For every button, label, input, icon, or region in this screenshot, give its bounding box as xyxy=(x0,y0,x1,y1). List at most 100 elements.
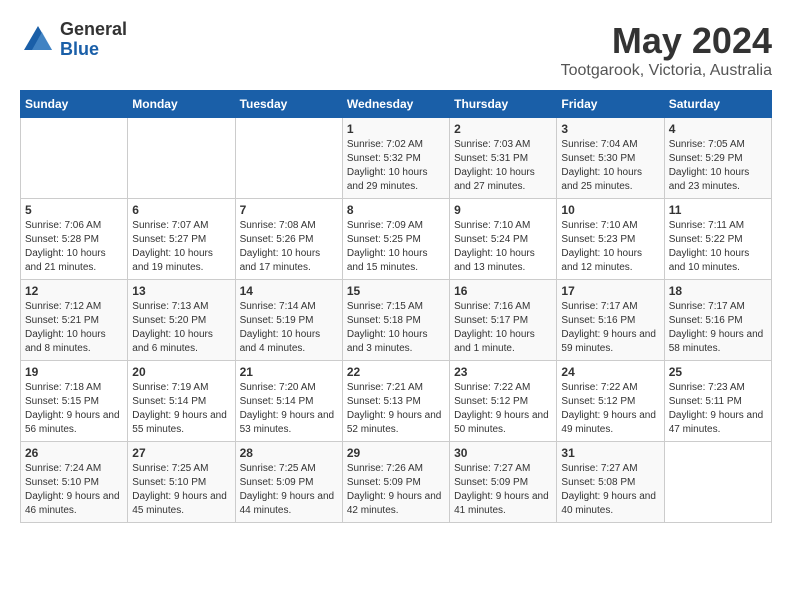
day-number: 27 xyxy=(132,446,230,460)
week-row-2: 5Sunrise: 7:06 AM Sunset: 5:28 PM Daylig… xyxy=(21,199,772,280)
day-info: Sunrise: 7:02 AM Sunset: 5:32 PM Dayligh… xyxy=(347,138,445,194)
day-info: Sunrise: 7:18 AM Sunset: 5:15 PM Dayligh… xyxy=(25,381,123,437)
calendar-cell xyxy=(664,442,771,523)
day-info: Sunrise: 7:16 AM Sunset: 5:17 PM Dayligh… xyxy=(454,300,552,356)
day-info: Sunrise: 7:12 AM Sunset: 5:21 PM Dayligh… xyxy=(25,300,123,356)
calendar-cell: 25 Sunrise: 7:23 AM Sunset: 5:11 PM Dayli… xyxy=(664,361,771,442)
calendar-cell: 24Sunrise: 7:22 AM Sunset: 5:12 PM Dayli… xyxy=(557,361,664,442)
day-number: 19 xyxy=(25,365,123,379)
calendar-cell xyxy=(128,118,235,199)
calendar-cell: 31 Sunrise: 7:27 AM Sunset: 5:08 PM Dayli… xyxy=(557,442,664,523)
day-info: Sunrise: 7:17 AM Sunset: 5:16 PM Dayligh… xyxy=(669,300,767,356)
day-info: Sunrise: 7:15 AM Sunset: 5:18 PM Dayligh… xyxy=(347,300,445,356)
month-title: May 2024 xyxy=(561,20,772,62)
calendar-cell: 21Sunrise: 7:20 AM Sunset: 5:14 PM Dayli… xyxy=(235,361,342,442)
calendar-cell: 3 Sunrise: 7:04 AM Sunset: 5:30 PM Daylig… xyxy=(557,118,664,199)
day-info: Sunrise: 7:27 AM Sunset: 5:08 PM Dayligh… xyxy=(561,462,659,518)
logo-blue: Blue xyxy=(60,40,127,60)
logo-text: General Blue xyxy=(60,20,127,60)
day-info: Sunrise: 7:11 AM Sunset: 5:22 PM Dayligh… xyxy=(669,219,767,275)
day-number: 23 xyxy=(454,365,552,379)
calendar-cell: 22 Sunrise: 7:21 AM Sunset: 5:13 PM Dayli… xyxy=(342,361,449,442)
calendar-cell: 13 Sunrise: 7:13 AM Sunset: 5:20 PM Dayli… xyxy=(128,280,235,361)
day-number: 4 xyxy=(669,122,767,136)
day-info: Sunrise: 7:25 AM Sunset: 5:10 PM Dayligh… xyxy=(132,462,230,518)
day-number: 26 xyxy=(25,446,123,460)
day-info: Sunrise: 7:08 AM Sunset: 5:26 PM Dayligh… xyxy=(240,219,338,275)
day-info: Sunrise: 7:19 AM Sunset: 5:14 PM Dayligh… xyxy=(132,381,230,437)
title-block: May 2024 Tootgarook, Victoria, Australia xyxy=(561,20,772,80)
day-number: 15 xyxy=(347,284,445,298)
header-row: SundayMondayTuesdayWednesdayThursdayFrid… xyxy=(21,91,772,118)
day-number: 16 xyxy=(454,284,552,298)
day-info: Sunrise: 7:05 AM Sunset: 5:29 PM Dayligh… xyxy=(669,138,767,194)
calendar-cell: 1 Sunrise: 7:02 AM Sunset: 5:32 PM Daylig… xyxy=(342,118,449,199)
day-info: Sunrise: 7:06 AM Sunset: 5:28 PM Dayligh… xyxy=(25,219,123,275)
day-number: 11 xyxy=(669,203,767,217)
column-header-friday: Friday xyxy=(557,91,664,118)
calendar-cell: 6 Sunrise: 7:07 AM Sunset: 5:27 PM Daylig… xyxy=(128,199,235,280)
day-number: 12 xyxy=(25,284,123,298)
column-header-monday: Monday xyxy=(128,91,235,118)
day-number: 14 xyxy=(240,284,338,298)
calendar-cell: 10Sunrise: 7:10 AM Sunset: 5:23 PM Dayli… xyxy=(557,199,664,280)
day-info: Sunrise: 7:03 AM Sunset: 5:31 PM Dayligh… xyxy=(454,138,552,194)
calendar-header: SundayMondayTuesdayWednesdayThursdayFrid… xyxy=(21,91,772,118)
day-info: Sunrise: 7:24 AM Sunset: 5:10 PM Dayligh… xyxy=(25,462,123,518)
column-header-saturday: Saturday xyxy=(664,91,771,118)
calendar-cell: 27 Sunrise: 7:25 AM Sunset: 5:10 PM Dayli… xyxy=(128,442,235,523)
calendar-cell: 9 Sunrise: 7:10 AM Sunset: 5:24 PM Daylig… xyxy=(450,199,557,280)
column-header-tuesday: Tuesday xyxy=(235,91,342,118)
day-info: Sunrise: 7:07 AM Sunset: 5:27 PM Dayligh… xyxy=(132,219,230,275)
day-info: Sunrise: 7:25 AM Sunset: 5:09 PM Dayligh… xyxy=(240,462,338,518)
day-info: Sunrise: 7:17 AM Sunset: 5:16 PM Dayligh… xyxy=(561,300,659,356)
logo: General Blue xyxy=(20,20,127,60)
day-number: 7 xyxy=(240,203,338,217)
day-number: 9 xyxy=(454,203,552,217)
calendar-cell: 12 Sunrise: 7:12 AM Sunset: 5:21 PM Dayli… xyxy=(21,280,128,361)
day-info: Sunrise: 7:22 AM Sunset: 5:12 PM Dayligh… xyxy=(454,381,552,437)
day-info: Sunrise: 7:13 AM Sunset: 5:20 PM Dayligh… xyxy=(132,300,230,356)
calendar-cell: 20Sunrise: 7:19 AM Sunset: 5:14 PM Dayli… xyxy=(128,361,235,442)
calendar-cell: 4 Sunrise: 7:05 AM Sunset: 5:29 PM Daylig… xyxy=(664,118,771,199)
week-row-3: 12 Sunrise: 7:12 AM Sunset: 5:21 PM Dayli… xyxy=(21,280,772,361)
day-number: 6 xyxy=(132,203,230,217)
day-number: 2 xyxy=(454,122,552,136)
day-number: 24 xyxy=(561,365,659,379)
day-info: Sunrise: 7:14 AM Sunset: 5:19 PM Dayligh… xyxy=(240,300,338,356)
calendar-cell: 18Sunrise: 7:17 AM Sunset: 5:16 PM Dayli… xyxy=(664,280,771,361)
day-number: 17 xyxy=(561,284,659,298)
calendar-cell: 29 Sunrise: 7:26 AM Sunset: 5:09 PM Dayli… xyxy=(342,442,449,523)
page-header: General Blue May 2024 Tootgarook, Victor… xyxy=(20,20,772,80)
day-info: Sunrise: 7:04 AM Sunset: 5:30 PM Dayligh… xyxy=(561,138,659,194)
calendar-cell: 30Sunrise: 7:27 AM Sunset: 5:09 PM Dayli… xyxy=(450,442,557,523)
day-info: Sunrise: 7:21 AM Sunset: 5:13 PM Dayligh… xyxy=(347,381,445,437)
day-number: 29 xyxy=(347,446,445,460)
calendar-table: SundayMondayTuesdayWednesdayThursdayFrid… xyxy=(20,90,772,523)
calendar-cell: 8 Sunrise: 7:09 AM Sunset: 5:25 PM Daylig… xyxy=(342,199,449,280)
calendar-cell: 19 Sunrise: 7:18 AM Sunset: 5:15 PM Dayli… xyxy=(21,361,128,442)
day-number: 3 xyxy=(561,122,659,136)
day-number: 31 xyxy=(561,446,659,460)
column-header-wednesday: Wednesday xyxy=(342,91,449,118)
day-info: Sunrise: 7:09 AM Sunset: 5:25 PM Dayligh… xyxy=(347,219,445,275)
calendar-cell: 16 Sunrise: 7:16 AM Sunset: 5:17 PM Dayli… xyxy=(450,280,557,361)
calendar-cell: 7 Sunrise: 7:08 AM Sunset: 5:26 PM Daylig… xyxy=(235,199,342,280)
logo-icon xyxy=(20,22,56,58)
day-number: 22 xyxy=(347,365,445,379)
day-number: 28 xyxy=(240,446,338,460)
day-number: 25 xyxy=(669,365,767,379)
day-number: 21 xyxy=(240,365,338,379)
day-number: 8 xyxy=(347,203,445,217)
day-number: 13 xyxy=(132,284,230,298)
day-info: Sunrise: 7:10 AM Sunset: 5:24 PM Dayligh… xyxy=(454,219,552,275)
day-info: Sunrise: 7:23 AM Sunset: 5:11 PM Dayligh… xyxy=(669,381,767,437)
day-info: Sunrise: 7:27 AM Sunset: 5:09 PM Dayligh… xyxy=(454,462,552,518)
week-row-1: 1 Sunrise: 7:02 AM Sunset: 5:32 PM Daylig… xyxy=(21,118,772,199)
location-title: Tootgarook, Victoria, Australia xyxy=(561,62,772,80)
calendar-cell: 26 Sunrise: 7:24 AM Sunset: 5:10 PM Dayli… xyxy=(21,442,128,523)
day-number: 1 xyxy=(347,122,445,136)
day-info: Sunrise: 7:26 AM Sunset: 5:09 PM Dayligh… xyxy=(347,462,445,518)
logo-general: General xyxy=(60,20,127,40)
day-info: Sunrise: 7:10 AM Sunset: 5:23 PM Dayligh… xyxy=(561,219,659,275)
